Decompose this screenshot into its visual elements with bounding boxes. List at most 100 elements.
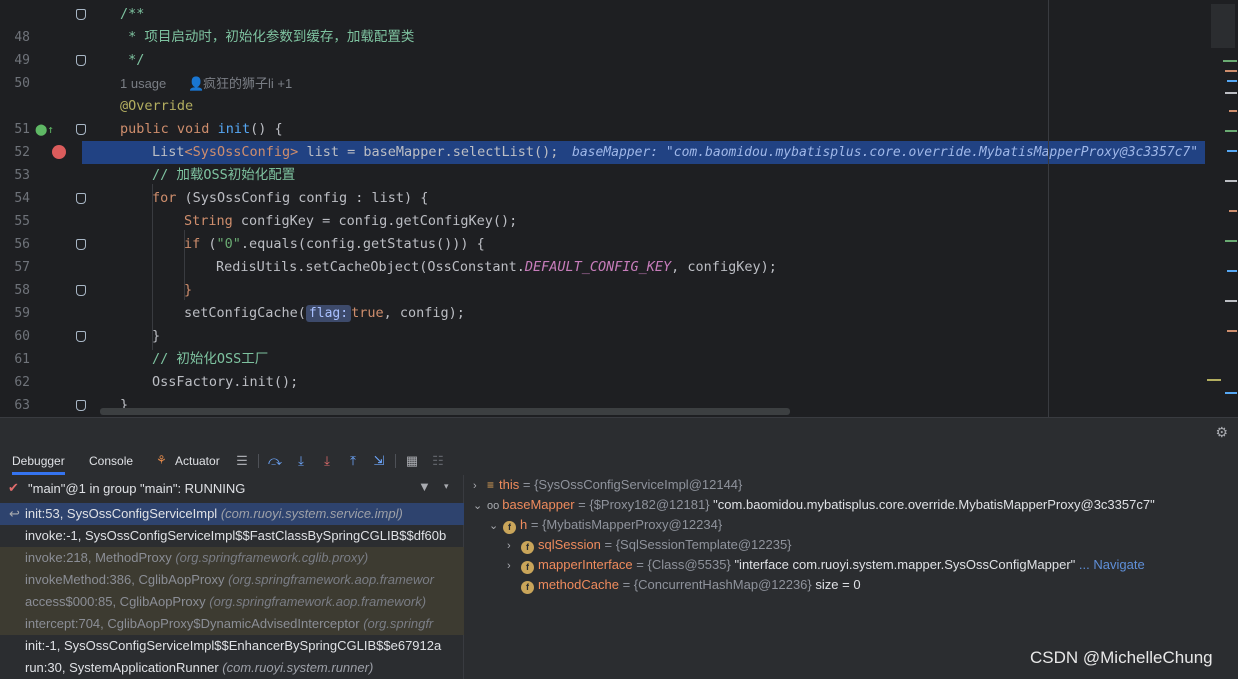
var-name: this (499, 477, 520, 492)
code-line-54[interactable]: 54 // 加载OSS初始化配置 (0, 164, 1220, 206)
variable-sqlsession[interactable]: › f sqlSession = {SqlSessionTemplate@12235… (507, 535, 792, 556)
code-text: OssFactory.init (152, 374, 274, 390)
keyword: public (120, 121, 169, 137)
comment: */ (120, 52, 145, 68)
field-icon: f (521, 581, 534, 594)
chevron-down-icon[interactable]: ⌄ (473, 496, 487, 516)
var-string: "interface com.ruoyi.system.mapper.SysOs… (734, 557, 1076, 572)
step-out-icon[interactable]: ⤒ (345, 453, 361, 469)
show-execution-point-icon[interactable]: ⤼ (267, 453, 283, 469)
frame-method: run:30, SystemApplicationRunner (25, 660, 219, 675)
trace-icon[interactable]: ☷ (430, 453, 446, 469)
method-name: init (217, 121, 251, 137)
chevron-right-icon[interactable]: › (473, 476, 487, 496)
var-value: = {SysOssConfigServiceImpl@12144} (522, 477, 743, 492)
usage-count[interactable]: 1 usage (120, 72, 166, 95)
current-frame-icon: ↩ (9, 506, 20, 521)
frame-method: invokeMethod:386, CglibAopProxy (25, 572, 225, 587)
code-line-61[interactable]: 61 } (0, 325, 1220, 367)
code-line-58[interactable]: 58 RedisUtils.setCacheObject(OssConstant… (0, 256, 1220, 298)
fold-icon[interactable] (76, 400, 86, 411)
author-icon: 👤 (188, 76, 205, 91)
variable-basemapper[interactable]: ⌄ oo baseMapper = {$Proxy182@12181} "com.b… (473, 495, 1155, 516)
stack-frame[interactable]: intercept:704, CglibAopProxy$DynamicAdvi… (0, 613, 464, 635)
variable-this[interactable]: › ≡ this = {SysOssConfigServiceImpl@12144} (473, 475, 742, 496)
var-string: "com.baomidou.mybatisplus.core.override.… (713, 497, 1155, 512)
code-editor[interactable]: 48 /** 49 * 项目启动时，初始化参数到缓存，加载配置类 50 */ 1… (0, 0, 1238, 417)
fold-icon[interactable] (76, 331, 86, 342)
chevron-down-icon[interactable]: ⌄ (489, 516, 503, 536)
author-label[interactable]: 疯狂的狮子li +1 (203, 72, 292, 95)
override-marker-icon[interactable]: ⬤↑ (35, 118, 54, 141)
var-name: h (520, 517, 528, 532)
code-line-60[interactable]: 60 setConfigCache(flag: true, config); (0, 302, 1220, 344)
fold-icon[interactable] (76, 124, 86, 135)
stack-frame[interactable]: access$000:85, CglibAopProxy (org.spring… (0, 591, 464, 613)
code-line-57[interactable]: 57 if ("0".equals(config.getStatus())) { (0, 233, 1220, 275)
stack-frame[interactable]: invokeMethod:386, CglibAopProxy (org.spr… (0, 569, 464, 591)
frame-package: (com.ruoyi.system.service.impl) (220, 506, 403, 521)
frame-package: (org.springfr (363, 616, 434, 631)
settings-gear-icon[interactable]: ⚙ (1215, 424, 1228, 441)
field-icon: f (503, 521, 516, 534)
right-margin-guide (1048, 0, 1049, 417)
code-line-63[interactable]: 63 OssFactory.init(); (0, 371, 1220, 413)
evaluate-expression-icon[interactable]: ▦ (404, 453, 420, 469)
frame-method: intercept:704, CglibAopProxy$DynamicAdvi… (25, 616, 360, 631)
fold-icon[interactable] (76, 285, 86, 296)
thread-selector[interactable]: "main"@1 in group "main": RUNNING (28, 481, 245, 496)
fold-icon[interactable] (76, 193, 86, 204)
watermark: CSDN @MichelleChung (1030, 648, 1213, 667)
stack-frame[interactable]: run:30, SystemApplicationRunner (com.ruo… (0, 657, 464, 679)
fold-icon[interactable] (76, 239, 86, 250)
variable-methodcache[interactable]: f methodCache = {ConcurrentHashMap@12236}… (521, 575, 861, 595)
frame-package: (org.springframework.aop.framewor (228, 572, 434, 587)
code-text: ())) { (436, 236, 485, 252)
frame-method: invoke:218, MethodProxy (25, 550, 172, 565)
code-line-50[interactable]: 50 */ (0, 49, 1220, 91)
step-over-icon[interactable]: ⤓ (293, 453, 309, 469)
layout-menu-icon[interactable]: ☰ (234, 453, 250, 469)
horizontal-scrollbar[interactable] (100, 408, 790, 415)
field-icon: f (521, 561, 534, 574)
stack-frame[interactable]: invoke:-1, SysOssConfigServiceImpl$$Fast… (0, 525, 464, 547)
chevron-down-icon[interactable]: ▾ (444, 481, 449, 492)
tab-debugger[interactable]: Debugger (12, 451, 65, 475)
stack-frame[interactable]: init:-1, SysOssConfigServiceImpl$$Enhanc… (0, 635, 464, 657)
navigate-link[interactable]: ... Navigate (1079, 557, 1145, 572)
minimap[interactable] (1205, 0, 1238, 417)
code-line-51[interactable]: 51 @Override (0, 95, 1220, 137)
chevron-right-icon[interactable]: › (507, 556, 521, 576)
code-line-52[interactable]: 52 ⬤↑ public void init() { (0, 118, 1220, 160)
code-text: .equals(config.getStatus (240, 236, 436, 252)
tab-actuator[interactable]: Actuator (175, 451, 220, 475)
stack-frame[interactable]: ↩ init:53, SysOssConfigServiceImpl (com.… (0, 503, 464, 525)
code-text: , configKey); (671, 259, 777, 275)
variable-mapperinterface[interactable]: › f mapperInterface = {Class@5535} "interf… (507, 555, 1145, 576)
code-line-62[interactable]: 62 // 初始化OSS工厂 (0, 348, 1220, 390)
fold-icon[interactable] (76, 55, 86, 66)
codelens: 1 usage 👤 疯狂的狮子li +1 (0, 72, 1220, 95)
tab-console[interactable]: Console (89, 451, 133, 475)
code-line-48[interactable]: 48 /** (0, 3, 1220, 45)
type-param: <SysOssConfig> (184, 144, 299, 160)
chevron-right-icon[interactable]: › (507, 536, 521, 556)
comment: // 初始化OSS工厂 (152, 351, 269, 367)
step-into-icon[interactable]: ⤓ (319, 453, 335, 469)
code-line-56[interactable]: 56 String configKey = config.getConfigKe… (0, 210, 1220, 252)
filter-icon[interactable]: ▼ (418, 479, 431, 494)
var-name: baseMapper (502, 497, 575, 512)
breakpoint-icon[interactable] (52, 145, 66, 159)
code-line-59[interactable]: 59 } (0, 279, 1220, 321)
code-line-55[interactable]: 55 for (SysOssConfig config : list) { (0, 187, 1220, 229)
type: String (184, 213, 233, 229)
code-line-49[interactable]: 49 * 项目启动时，初始化参数到缓存，加载配置类 (0, 26, 1220, 68)
keyword: true (351, 305, 384, 321)
variable-h[interactable]: ⌄ f h = {MybatisMapperProxy@12234} (489, 515, 722, 536)
frame-method: init:-1, SysOssConfigServiceImpl$$Enhanc… (25, 638, 442, 653)
run-to-cursor-icon[interactable]: ⇲ (371, 453, 387, 469)
code-line-53[interactable]: 53 List<SysOssConfig> list = baseMapper.… (0, 141, 1220, 183)
stack-frame[interactable]: invoke:218, MethodProxy (org.springframe… (0, 547, 464, 569)
debug-tabs: Debugger Console ⚘ Actuator (0, 451, 1238, 475)
fold-icon[interactable] (76, 9, 86, 20)
